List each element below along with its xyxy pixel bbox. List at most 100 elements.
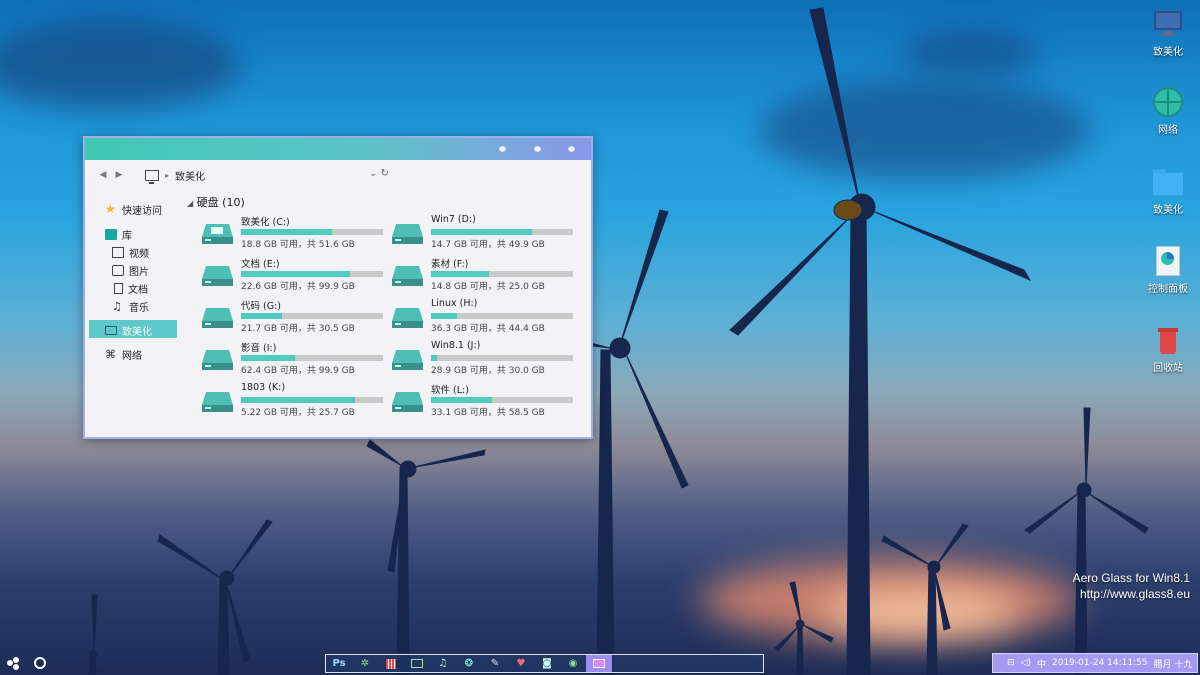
- drive-tile[interactable]: 影音 (I:) 62.4 GB 可用，共 99.9 GB: [193, 340, 383, 380]
- drive-name: 1803 (K:): [241, 382, 286, 393]
- drive-tile[interactable]: Win7 (D:) 14.7 GB 可用，共 49.9 GB: [383, 214, 573, 254]
- drive-tile[interactable]: 文档 (E:) 22.6 GB 可用，共 99.9 GB: [193, 256, 383, 296]
- desktop-icon-folder[interactable]: 致美化: [1140, 166, 1196, 216]
- aperture-icon[interactable]: ❂: [456, 655, 482, 672]
- desktop-icon-recycle-bin[interactable]: 回收站: [1140, 324, 1196, 374]
- globe-icon: [1152, 86, 1184, 118]
- drive-free-space: 36.3 GB 可用，共 44.4 GB: [431, 324, 545, 334]
- camera-app-icon[interactable]: ◙: [534, 655, 560, 672]
- sidebar-item-label: 快速访问: [122, 206, 162, 217]
- drive-usage-fill: [241, 313, 283, 319]
- hard-drive-icon: [392, 224, 423, 244]
- drive-tile[interactable]: 代码 (G:) 21.7 GB 可用，共 30.5 GB: [193, 298, 383, 338]
- sidebar-item-label: 库: [122, 231, 132, 242]
- breadcrumb-chevron-icon: ▸: [165, 170, 170, 180]
- drive-name: 致美化 (C:): [241, 217, 290, 228]
- network-icon: ⌘: [105, 348, 116, 361]
- drive-usage-bar: [431, 355, 573, 361]
- search-icon[interactable]: [34, 657, 46, 669]
- drive-tile[interactable]: Win8.1 (J:) 28.9 GB 可用，共 30.0 GB: [383, 340, 573, 380]
- clock-datetime[interactable]: 2019-01-24 14:11:55: [1052, 658, 1148, 668]
- cloud: [900, 30, 1040, 75]
- chevron-down-icon[interactable]: ⌄: [369, 168, 377, 179]
- hard-drive-icon: [392, 308, 423, 328]
- minimize-button[interactable]: [499, 146, 506, 152]
- sidebar-item-quick-access[interactable]: ★ 快速访问: [105, 202, 162, 217]
- drive-free-space: 14.8 GB 可用，共 25.0 GB: [431, 282, 545, 292]
- sidebar-item-label: 视频: [129, 249, 149, 260]
- music-note-icon: ♫: [112, 300, 122, 313]
- hard-drive-icon: [202, 266, 233, 286]
- drive-usage-fill: [431, 355, 437, 361]
- sidebar-item-label: 图片: [129, 267, 149, 278]
- drive-tile[interactable]: Linux (H:) 36.3 GB 可用，共 44.4 GB: [383, 298, 573, 338]
- desktop-icon-label: 致美化: [1153, 205, 1183, 216]
- breadcrumb[interactable]: 致美化: [175, 168, 205, 183]
- drive-tile[interactable]: 软件 (L:) 33.1 GB 可用，共 58.5 GB: [383, 382, 573, 422]
- sidebar-item-this-pc[interactable]: 致美化: [105, 323, 152, 338]
- computer-icon: [105, 326, 117, 335]
- desktop-icon-this-pc[interactable]: 致美化: [1140, 8, 1196, 58]
- collapse-triangle-icon[interactable]: ◢: [187, 199, 193, 208]
- drive-tile[interactable]: 素材 (F:) 14.8 GB 可用，共 25.0 GB: [383, 256, 573, 296]
- recycle-bin-icon: [1152, 324, 1184, 356]
- drive-free-space: 5.22 GB 可用，共 25.7 GB: [241, 408, 355, 418]
- sidebar-item-music[interactable]: ♫ 音乐: [112, 299, 149, 314]
- explorer-app-icon[interactable]: [586, 655, 612, 672]
- drive-name: 素材 (F:): [431, 259, 469, 270]
- sidebar-item-label: 网络: [122, 351, 142, 362]
- drive-name: 软件 (L:): [431, 385, 469, 396]
- drive-name: 影音 (I:): [241, 343, 277, 354]
- desktop-icon-control-panel[interactable]: 控制面板: [1140, 245, 1196, 295]
- photoshop-app-icon[interactable]: Ps: [326, 655, 352, 672]
- drive-free-space: 33.1 GB 可用，共 58.5 GB: [431, 408, 545, 418]
- notepad-icon[interactable]: ✎: [482, 655, 508, 672]
- drive-usage-fill: [241, 355, 295, 361]
- folder-icon: [1152, 166, 1184, 198]
- volume-icon[interactable]: ◁): [1021, 658, 1031, 668]
- start-button[interactable]: [6, 656, 22, 672]
- sunset-glow-core: [820, 590, 1020, 635]
- network-status-icon[interactable]: ⊟: [1007, 658, 1015, 668]
- drive-usage-fill: [241, 229, 332, 235]
- system-tray: ⊟ ◁) 中 2019-01-24 14:11:55 腊月 十九: [992, 653, 1198, 673]
- title-bar[interactable]: [85, 138, 591, 160]
- hard-drive-icon: [392, 392, 423, 412]
- start-logo-icon: [6, 656, 22, 672]
- heart-icon[interactable]: ♥: [508, 655, 534, 672]
- address-bar[interactable]: ◀ ▶ ▸ 致美化 ⌄ ↻: [85, 160, 591, 190]
- ime-indicator[interactable]: 中: [1037, 657, 1046, 670]
- sidebar-item-documents[interactable]: 文档: [112, 281, 148, 296]
- maximize-button[interactable]: [534, 146, 541, 152]
- refresh-icon[interactable]: ↻: [381, 168, 389, 179]
- close-button[interactable]: [568, 146, 575, 152]
- sidebar-item-library[interactable]: 库: [105, 227, 132, 242]
- settings-gear-icon[interactable]: ✲: [352, 655, 378, 672]
- desktop-icon-network[interactable]: 网络: [1140, 86, 1196, 136]
- terminal-app-icon[interactable]: [404, 655, 430, 672]
- drive-free-space: 21.7 GB 可用，共 30.5 GB: [241, 324, 355, 334]
- aero-glass-watermark: Aero Glass for Win8.1 http://www.glass8.…: [1073, 570, 1190, 602]
- section-header[interactable]: ◢ 硬盘 (10): [187, 194, 245, 210]
- address-dropdown-refresh[interactable]: ⌄ ↻: [369, 168, 389, 179]
- drive-tile[interactable]: 1803 (K:) 5.22 GB 可用，共 25.7 GB: [193, 382, 383, 422]
- explorer-window[interactable]: ◀ ▶ ▸ 致美化 ⌄ ↻ ★ 快速访问 库 视频 图片 文档 ♫ 音乐 致美化…: [83, 136, 593, 439]
- browser-app-icon[interactable]: ◉: [560, 655, 586, 672]
- sidebar-item-videos[interactable]: 视频: [112, 245, 149, 260]
- back-arrow-icon[interactable]: ◀: [95, 170, 111, 180]
- taskbar-dock: Ps ✲ ♫ ❂ ✎ ♥ ◙ ◉: [325, 654, 764, 673]
- drive-usage-fill: [431, 229, 532, 235]
- forward-arrow-icon[interactable]: ▶: [111, 170, 127, 180]
- camera-icon: [112, 265, 124, 276]
- drive-usage-bar: [431, 229, 573, 235]
- drive-usage-bar: [241, 355, 383, 361]
- sidebar-item-pictures[interactable]: 图片: [112, 263, 149, 278]
- drive-tile[interactable]: 致美化 (C:) 18.8 GB 可用，共 51.6 GB: [193, 214, 383, 254]
- grid-app-icon[interactable]: [378, 655, 404, 672]
- hard-drive-icon: [202, 350, 233, 370]
- sidebar-item-network[interactable]: ⌘ 网络: [105, 347, 142, 362]
- section-title: 硬盘 (10): [196, 196, 245, 209]
- headphones-icon[interactable]: ♫: [430, 655, 456, 672]
- sidebar-item-label: 文档: [128, 285, 148, 296]
- watermark-line1: Aero Glass for Win8.1: [1072, 571, 1190, 585]
